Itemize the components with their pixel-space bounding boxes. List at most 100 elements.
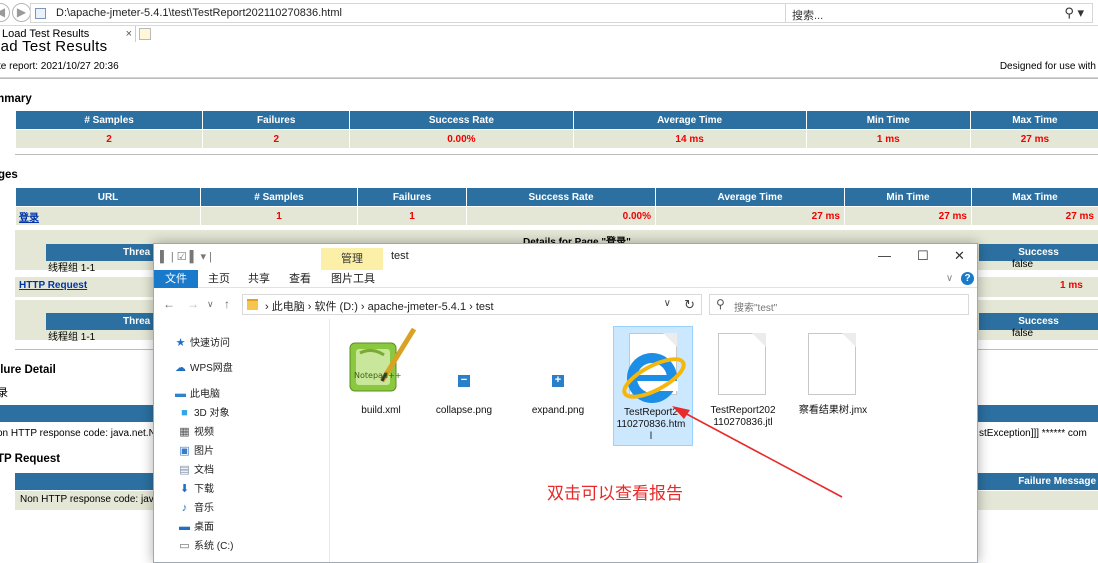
computer-icon: ▬: [175, 388, 186, 400]
nav-item-label: 图片: [194, 446, 214, 457]
failure-message-text: Non HTTP response code: java: [20, 494, 160, 505]
tab-view[interactable]: 查看: [289, 270, 311, 288]
minimize-icon[interactable]: —: [878, 248, 891, 263]
detail-thread-value: 线程组 1-1: [48, 263, 96, 274]
pages-header: Max Time: [972, 188, 1098, 206]
star-icon: ★: [175, 337, 186, 349]
address-input[interactable]: D:\apache-jmeter-5.4.1\test\TestReport20…: [30, 3, 820, 23]
nav-item-documents[interactable]: ▤ 文档: [178, 461, 214, 479]
refresh-icon[interactable]: ↻: [684, 297, 695, 313]
file-item-expand-png[interactable]: + expand.png: [521, 319, 595, 429]
browser-search-input[interactable]: 搜索... ⚲ ▾: [785, 3, 1093, 23]
explorer-titlebar: ▌ | ☑ ▌ ▾ | 管理 test — ☐ ✕: [154, 244, 977, 270]
desktop-icon: ▬: [179, 521, 190, 533]
document-icon: ▤: [179, 464, 190, 476]
explorer-search-input[interactable]: ⚲ 搜索"test": [709, 294, 969, 315]
explorer-address-row: ← → ∨ ↑ › 此电脑 › 软件 (D:) › apache-jmeter-…: [154, 289, 977, 319]
file-item-collapse-png[interactable]: − collapse.png: [427, 319, 501, 429]
explorer-title: test: [391, 250, 409, 262]
annotation-text: 双击可以查看报告: [547, 484, 683, 503]
nav-item-downloads[interactable]: ⬇ 下载: [178, 480, 214, 498]
cube-icon: ■: [181, 407, 188, 419]
summary-table: # Samples Failures Success Rate Average …: [15, 110, 1098, 149]
breadcrumb-path: › 此电脑 › 软件 (D:) › apache-jmeter-5.4.1 › …: [265, 301, 494, 313]
tab-home[interactable]: 主页: [208, 270, 230, 288]
close-icon[interactable]: ✕: [954, 248, 965, 264]
nav-item-label: 3D 对象: [194, 408, 230, 419]
chevron-down-icon[interactable]: ∨: [946, 273, 953, 284]
file-name: collapse.png: [435, 405, 493, 416]
nav-item-wps[interactable]: ☁ WPS网盘: [174, 359, 233, 377]
address-text: D:\apache-jmeter-5.4.1\test\TestReport20…: [56, 7, 342, 19]
back-icon[interactable]: ◀: [0, 3, 10, 22]
tab-picture-tools[interactable]: 图片工具: [331, 270, 375, 288]
nav-item-label: 此电脑: [190, 389, 220, 400]
tab-share[interactable]: 共享: [248, 270, 270, 288]
nav-item-label: WPS网盘: [190, 363, 233, 374]
nav-item-pictures[interactable]: ▣ 图片: [178, 442, 214, 460]
pages-heading: ges: [0, 169, 18, 181]
ribbon-expand: ∨ ?: [946, 272, 974, 285]
file-item-test-report-html[interactable]: TestReport2 110270836.htm l: [613, 326, 693, 446]
recent-locations-icon[interactable]: ∨: [207, 299, 214, 310]
close-tab-icon[interactable]: ×: [126, 26, 132, 42]
summary-heading: mmary: [0, 93, 32, 105]
ribbon-tabs: 文件 主页 共享 查看 图片工具 ∨ ?: [154, 270, 977, 288]
file-name-line: TestReport202: [710, 405, 776, 416]
summary-header: Success Rate: [350, 111, 573, 129]
quick-access-toolbar[interactable]: ▌ | ☑ ▌ ▾ |: [160, 250, 212, 263]
page-average-time: 27 ms: [656, 207, 844, 225]
nav-item-3d-objects[interactable]: ■ 3D 对象: [178, 404, 230, 422]
search-icon[interactable]: ⚲ ▾: [1064, 5, 1084, 21]
chevron-down-icon[interactable]: ∨: [664, 298, 671, 309]
new-tab-icon[interactable]: [139, 28, 151, 40]
breadcrumb[interactable]: › 此电脑 › 软件 (D:) › apache-jmeter-5.4.1 › …: [242, 294, 702, 315]
file-list: Notepad++ build.xml − collapse.png + exp…: [330, 319, 977, 562]
summary-value-row: 2 2 0.00% 14 ms 1 ms 27 ms: [16, 130, 1098, 148]
pages-header: Failures: [358, 188, 466, 206]
page-max-time: 27 ms: [972, 207, 1098, 225]
maximize-icon[interactable]: ☐: [917, 248, 929, 264]
detail-success-header: Success: [979, 244, 1098, 261]
failure-message-right: stException]]] ****** com: [979, 428, 1087, 439]
file-name-line: 110270836.htm: [616, 419, 686, 430]
nav-item-this-pc[interactable]: ▬ 此电脑: [174, 385, 220, 403]
expand-icon: +: [552, 375, 564, 387]
back-arrow-icon[interactable]: ←: [163, 297, 175, 311]
nav-item-videos[interactable]: ▦ 视频: [178, 423, 214, 441]
nav-item-desktop[interactable]: ▬ 桌面: [178, 518, 214, 536]
summary-value: 2: [16, 130, 203, 148]
file-item-jmx[interactable]: 察看结果树.jmx: [796, 319, 870, 429]
detail-success-value: false: [1012, 259, 1034, 270]
search-icon: ⚲: [716, 297, 725, 311]
file-item-test-report-jtl[interactable]: TestReport202 110270836.jtl: [706, 319, 780, 429]
page-failures: 1: [358, 207, 466, 225]
pages-table: URL # Samples Failures Success Rate Aver…: [15, 187, 1098, 226]
failure-message-left: on HTTP response code: java.net.No: [0, 428, 162, 439]
http-request-link[interactable]: HTTP Request: [19, 280, 87, 291]
divider: [0, 77, 1098, 79]
pages-header: Success Rate: [467, 188, 655, 206]
pages-header: Min Time: [845, 188, 971, 206]
file-explorer-window: ▌ | ☑ ▌ ▾ | 管理 test — ☐ ✕ 文件 主页 共享 查看 图片…: [153, 243, 978, 563]
notepad-logo-text: Notepad++: [354, 371, 401, 380]
up-arrow-icon[interactable]: ↑: [224, 297, 230, 311]
report-date: te report: 2021/10/27 20:36: [0, 61, 119, 72]
tab-file[interactable]: 文件: [154, 270, 198, 288]
report-title: oad Test Results: [0, 38, 108, 55]
browser-tab-strip: Load Test Results ×: [0, 26, 1098, 42]
page-min-time: 27 ms: [845, 207, 971, 225]
page-link[interactable]: 登录: [16, 207, 200, 225]
nav-item-system-c[interactable]: ▭ 系统 (C:): [178, 537, 233, 555]
pages-header: URL: [16, 188, 200, 206]
manage-context-tab[interactable]: 管理: [321, 248, 383, 270]
forward-icon[interactable]: ▶: [12, 3, 31, 22]
forward-arrow-icon[interactable]: →: [187, 297, 199, 311]
help-icon[interactable]: ?: [961, 272, 974, 285]
nav-item-music[interactable]: ♪ 音乐: [178, 499, 214, 517]
drive-icon: ▭: [179, 540, 190, 552]
nav-item-quick-access[interactable]: ★ 快速访问: [174, 334, 230, 352]
navigation-pane: ★ 快速访问 ☁ WPS网盘 ▬ 此电脑 ■ 3D 对象 ▦ 视频 ▣ 图片 ▤ 文档 ⬇ 下载…: [154, 319, 330, 562]
blank-file-icon: [718, 333, 766, 395]
file-item-build-xml[interactable]: Notepad++ build.xml: [344, 319, 418, 429]
